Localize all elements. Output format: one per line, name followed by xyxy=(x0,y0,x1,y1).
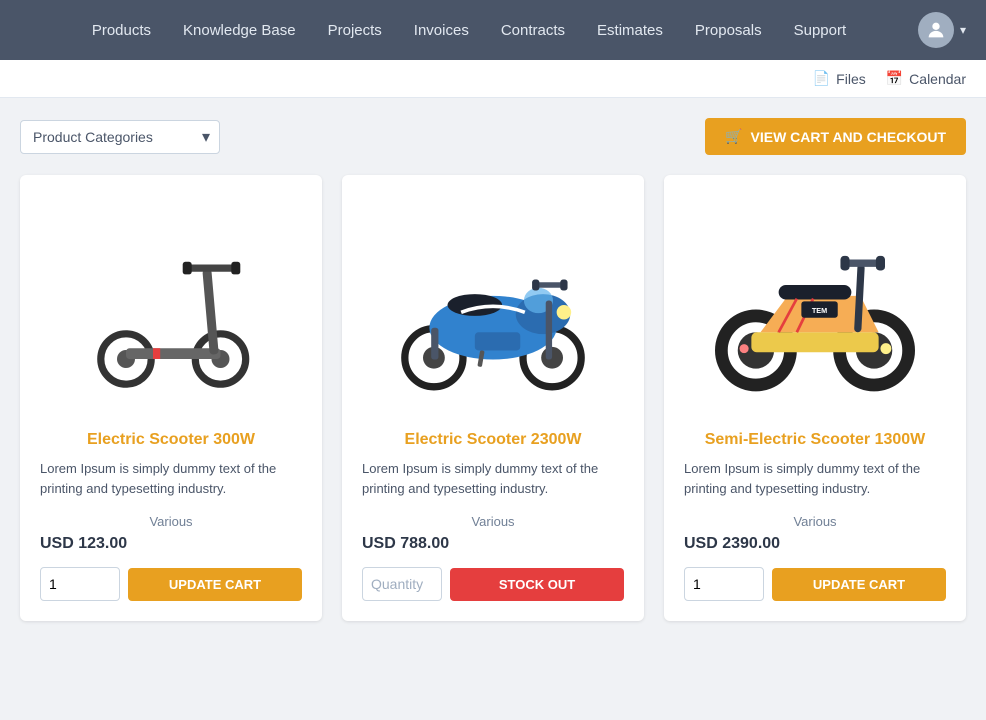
calendar-label: Calendar xyxy=(909,71,966,87)
nav-item-knowledge-base[interactable]: Knowledge Base xyxy=(169,14,310,47)
product-card-semi-scooter-1300w: TEM Semi-Electric Scooter 1300W Lorem Ip… xyxy=(664,175,966,621)
product-image-semi-scooter-1300w: TEM xyxy=(684,195,946,415)
cart-icon: 🛒 xyxy=(725,128,742,145)
calendar-button[interactable]: 📅 Calendar xyxy=(886,70,966,87)
avatar xyxy=(918,12,954,48)
nav-item-products[interactable]: Products xyxy=(78,14,165,47)
product-desc-scooter-300w: Lorem Ipsum is simply dummy text of the … xyxy=(40,459,302,498)
user-menu[interactable]: ▾ xyxy=(918,12,966,48)
files-button[interactable]: 📄 Files xyxy=(813,70,866,87)
category-select-wrapper: Product Categories xyxy=(20,120,220,154)
view-cart-button[interactable]: 🛒 VIEW CART AND CHECKOUT xyxy=(705,118,966,155)
main-content: Product Categories 🛒 VIEW CART AND CHECK… xyxy=(0,98,986,641)
product-actions-semi-scooter-1300w: UPDATE CART xyxy=(684,567,946,601)
products-grid: Electric Scooter 300W Lorem Ipsum is sim… xyxy=(20,175,966,621)
nav-item-proposals[interactable]: Proposals xyxy=(681,14,776,47)
controls-row: Product Categories 🛒 VIEW CART AND CHECK… xyxy=(20,118,966,155)
calendar-icon: 📅 xyxy=(886,70,903,87)
product-variant-scooter-300w: Various xyxy=(40,514,302,529)
product-name-scooter-2300w: Electric Scooter 2300W xyxy=(362,431,624,449)
product-card-scooter-2300w: Electric Scooter 2300W Lorem Ipsum is si… xyxy=(342,175,644,621)
nav-menu: Products Knowledge Base Projects Invoice… xyxy=(20,14,918,47)
svg-text:TEM: TEM xyxy=(812,306,827,315)
product-price-semi-scooter-1300w: USD 2390.00 xyxy=(684,535,946,553)
files-icon: 📄 xyxy=(813,70,830,87)
product-desc-scooter-2300w: Lorem Ipsum is simply dummy text of the … xyxy=(362,459,624,498)
nav-item-support[interactable]: Support xyxy=(780,14,861,47)
category-select[interactable]: Product Categories xyxy=(20,120,220,154)
nav-item-contracts[interactable]: Contracts xyxy=(487,14,579,47)
user-chevron-icon: ▾ xyxy=(960,23,966,37)
qty-input-scooter-300w[interactable] xyxy=(40,567,120,601)
toolbar: 📄 Files 📅 Calendar xyxy=(0,60,986,98)
files-label: Files xyxy=(836,71,866,87)
product-actions-scooter-300w: UPDATE CART xyxy=(40,567,302,601)
product-image-scooter-2300w xyxy=(362,195,624,415)
view-cart-label: VIEW CART AND CHECKOUT xyxy=(751,129,946,145)
qty-input-semi-scooter-1300w[interactable] xyxy=(684,567,764,601)
update-cart-button-scooter-300w[interactable]: UPDATE CART xyxy=(128,568,302,601)
product-desc-semi-scooter-1300w: Lorem Ipsum is simply dummy text of the … xyxy=(684,459,946,498)
product-card-scooter-300w: Electric Scooter 300W Lorem Ipsum is sim… xyxy=(20,175,322,621)
product-image-scooter-300w xyxy=(40,195,302,415)
stock-out-button-scooter-2300w[interactable]: STOCK OUT xyxy=(450,568,624,601)
product-variant-semi-scooter-1300w: Various xyxy=(684,514,946,529)
product-price-scooter-2300w: USD 788.00 xyxy=(362,535,624,553)
qty-input-scooter-2300w[interactable] xyxy=(362,567,442,601)
nav-item-invoices[interactable]: Invoices xyxy=(400,14,483,47)
nav-item-estimates[interactable]: Estimates xyxy=(583,14,677,47)
product-name-scooter-300w: Electric Scooter 300W xyxy=(40,431,302,449)
update-cart-button-semi-scooter-1300w[interactable]: UPDATE CART xyxy=(772,568,946,601)
product-name-semi-scooter-1300w: Semi-Electric Scooter 1300W xyxy=(684,431,946,449)
nav-item-projects[interactable]: Projects xyxy=(314,14,396,47)
product-variant-scooter-2300w: Various xyxy=(362,514,624,529)
product-actions-scooter-2300w: STOCK OUT xyxy=(362,567,624,601)
product-price-scooter-300w: USD 123.00 xyxy=(40,535,302,553)
